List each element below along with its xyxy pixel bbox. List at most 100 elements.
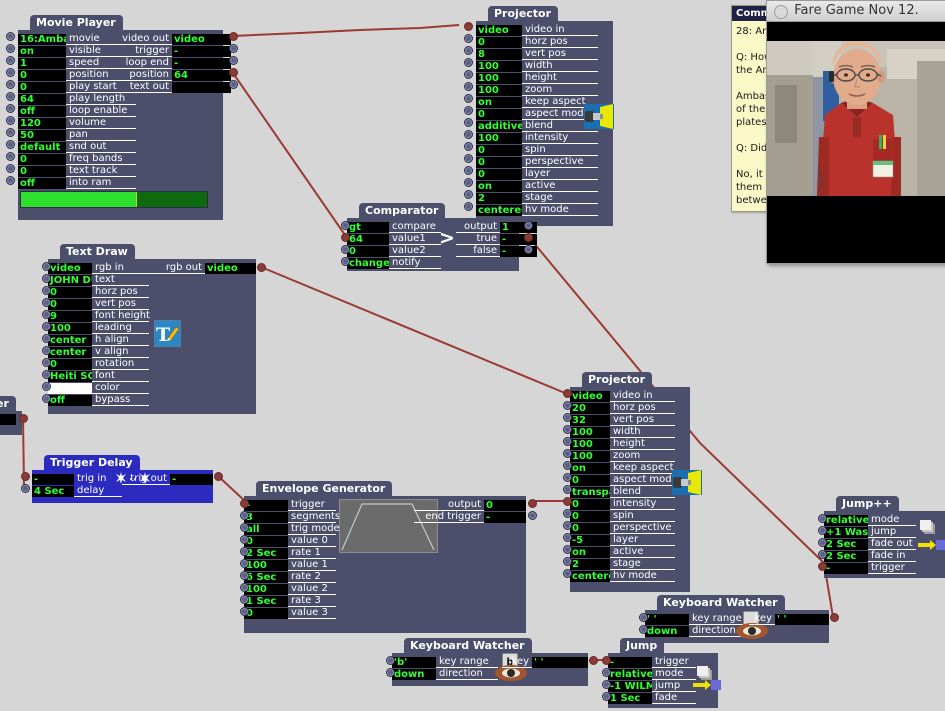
jack-td-valign[interactable] bbox=[42, 346, 51, 355]
jack-td-leading[interactable] bbox=[42, 322, 51, 331]
jack-td-halign[interactable] bbox=[42, 334, 51, 343]
jack-pm-blend[interactable] bbox=[563, 485, 572, 494]
jack-td-delay[interactable] bbox=[21, 484, 30, 493]
jack-proj-top-video-in[interactable] bbox=[464, 22, 473, 31]
jack-pm-width[interactable] bbox=[563, 425, 572, 434]
jack-td-trigout[interactable] bbox=[214, 472, 223, 481]
jack-video-out[interactable] bbox=[229, 32, 238, 41]
jack-td-trigin[interactable] bbox=[21, 472, 30, 481]
jack-proj-top-stage[interactable] bbox=[464, 190, 473, 199]
jack-pm-perspective[interactable] bbox=[563, 521, 572, 530]
movie-progress-bar[interactable] bbox=[20, 191, 208, 208]
jack-play-start[interactable] bbox=[6, 80, 15, 89]
jack-volume[interactable] bbox=[6, 116, 15, 125]
jack-eg-rate2[interactable] bbox=[240, 571, 249, 580]
jack-proj-top-hvmode[interactable] bbox=[464, 202, 473, 211]
jack-proj-top-width[interactable] bbox=[464, 58, 473, 67]
jack-jmp-jump[interactable] bbox=[602, 680, 611, 689]
jack-play-length[interactable] bbox=[6, 92, 15, 101]
jack-pm-keepaspect[interactable] bbox=[563, 461, 572, 470]
jack-proj-top-zoom[interactable] bbox=[464, 82, 473, 91]
jack-kwb-direction[interactable] bbox=[386, 668, 395, 677]
jack-td-vert[interactable] bbox=[42, 298, 51, 307]
jack-kwr-keyrange[interactable] bbox=[639, 613, 648, 622]
video-preview-window[interactable]: Fare Game Nov 12. bbox=[766, 0, 945, 264]
jack-pm-active[interactable] bbox=[563, 545, 572, 554]
jack-jpp-trigger[interactable] bbox=[818, 562, 827, 571]
jack-into-ram[interactable] bbox=[6, 176, 15, 185]
jack-proj-top-intensity[interactable] bbox=[464, 130, 473, 139]
jack-jpp-fadeout[interactable] bbox=[818, 538, 827, 547]
jack-edge-out[interactable] bbox=[19, 414, 28, 423]
jack-cmp-value2[interactable] bbox=[341, 245, 350, 254]
jack-jmp-trigger[interactable] bbox=[602, 656, 611, 665]
jack-proj-top-vert[interactable] bbox=[464, 46, 473, 55]
jack-pm-intensity[interactable] bbox=[563, 497, 572, 506]
jack-loop-end-out[interactable] bbox=[229, 56, 238, 65]
jack-proj-top-horz[interactable] bbox=[464, 34, 473, 43]
jack-pm-zoom[interactable] bbox=[563, 449, 572, 458]
jack-eg-value0[interactable] bbox=[240, 535, 249, 544]
jack-snd-out[interactable] bbox=[6, 140, 15, 149]
jack-position-out[interactable] bbox=[229, 68, 238, 77]
jack-position[interactable] bbox=[6, 68, 15, 77]
jack-pm-video-in[interactable] bbox=[563, 389, 572, 398]
jack-eg-endtrigger[interactable] bbox=[528, 511, 537, 520]
jack-td-rgb-in[interactable] bbox=[42, 262, 51, 271]
jack-cmp-notify[interactable] bbox=[341, 257, 350, 266]
jack-pm-height[interactable] bbox=[563, 437, 572, 446]
jack-eg-trigmode[interactable] bbox=[240, 523, 249, 532]
jack-cmp-true[interactable] bbox=[524, 233, 533, 242]
jack-eg-output[interactable] bbox=[528, 499, 537, 508]
jack-proj-top-aspectmod[interactable] bbox=[464, 106, 473, 115]
jack-pm-layer[interactable] bbox=[563, 533, 572, 542]
jack-pm-spin[interactable] bbox=[563, 509, 572, 518]
jack-loop-enable[interactable] bbox=[6, 104, 15, 113]
jack-jmp-mode[interactable] bbox=[602, 668, 611, 677]
jack-proj-top-height[interactable] bbox=[464, 70, 473, 79]
jack-pm-vert[interactable] bbox=[563, 413, 572, 422]
jack-td-horz[interactable] bbox=[42, 286, 51, 295]
jack-td-bypass[interactable] bbox=[42, 394, 51, 403]
jack-visible[interactable] bbox=[6, 44, 15, 53]
jack-proj-top-perspective[interactable] bbox=[464, 154, 473, 163]
jack-td-text[interactable] bbox=[42, 274, 51, 283]
jack-trigger-out[interactable] bbox=[229, 44, 238, 53]
jack-kwb-key-out[interactable] bbox=[589, 656, 598, 665]
jack-kwr-direction[interactable] bbox=[639, 625, 648, 634]
jack-td-fontheight[interactable] bbox=[42, 310, 51, 319]
jack-speed[interactable] bbox=[6, 56, 15, 65]
jack-jmp-fade[interactable] bbox=[602, 692, 611, 701]
jack-eg-value3[interactable] bbox=[240, 607, 249, 616]
jack-pm-horz[interactable] bbox=[563, 401, 572, 410]
jack-pm-stage[interactable] bbox=[563, 557, 572, 566]
jack-kwb-keyrange[interactable] bbox=[386, 656, 395, 665]
jack-eg-segments[interactable] bbox=[240, 511, 249, 520]
jack-proj-top-spin[interactable] bbox=[464, 142, 473, 151]
jack-eg-value2[interactable] bbox=[240, 583, 249, 592]
jack-eg-trigger[interactable] bbox=[240, 499, 249, 508]
jack-pan[interactable] bbox=[6, 128, 15, 137]
jack-jpp-jump[interactable] bbox=[818, 526, 827, 535]
jack-cmp-false[interactable] bbox=[524, 245, 533, 254]
jack-td-rgb-out[interactable] bbox=[257, 263, 266, 272]
jack-td-color[interactable] bbox=[42, 382, 51, 391]
jack-text-out[interactable] bbox=[229, 80, 238, 89]
jack-kwr-key-out[interactable] bbox=[830, 613, 839, 622]
jack-proj-top-blend[interactable] bbox=[464, 118, 473, 127]
jack-pm-aspectmod[interactable] bbox=[563, 473, 572, 482]
color-swatch[interactable] bbox=[48, 382, 92, 394]
jack-text-track[interactable] bbox=[6, 164, 15, 173]
patch-canvas[interactable]: Movie Player 16:Amba movie on visible 1 spe… bbox=[0, 0, 945, 711]
jack-proj-top-active[interactable] bbox=[464, 178, 473, 187]
jack-cmp-compare[interactable] bbox=[341, 221, 350, 230]
jack-freq-bands[interactable] bbox=[6, 152, 15, 161]
jack-td-rotation[interactable] bbox=[42, 358, 51, 367]
jack-eg-value1[interactable] bbox=[240, 559, 249, 568]
edge-node-value[interactable] bbox=[0, 414, 16, 425]
jack-td-font[interactable] bbox=[42, 370, 51, 379]
window-title-bar[interactable]: Fare Game Nov 12. bbox=[767, 1, 945, 22]
jack-proj-top-keepaspect[interactable] bbox=[464, 94, 473, 103]
jack-cmp-output[interactable] bbox=[524, 221, 533, 230]
jack-eg-rate1[interactable] bbox=[240, 547, 249, 556]
